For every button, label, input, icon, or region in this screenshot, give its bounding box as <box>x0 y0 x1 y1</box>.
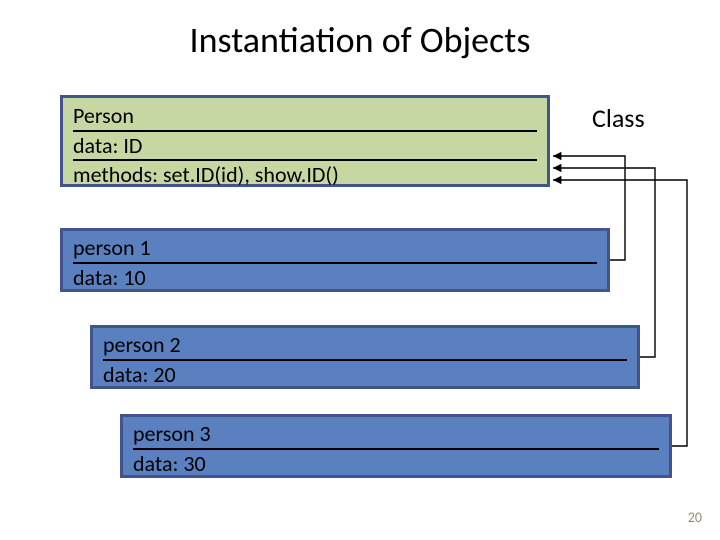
class-box: Person data: ID methods: set.ID(id), sho… <box>60 95 550 187</box>
class-name: Person <box>73 102 537 132</box>
instance-2-data: data: 20 <box>103 361 176 388</box>
slide-title: Instantiation of Objects <box>0 18 720 62</box>
instance-3-data: data: 30 <box>133 450 206 477</box>
instance-1-data: data: 10 <box>73 264 146 291</box>
instance-1-name: person 1 <box>73 234 597 264</box>
page-number: 20 <box>688 509 702 526</box>
class-data: data: ID <box>73 132 537 162</box>
class-label: Class <box>592 102 645 134</box>
class-methods: methods: set.ID(id), show.ID() <box>73 161 339 188</box>
instance-2-name: person 2 <box>103 331 627 361</box>
instance-box-3: person 3 data: 30 <box>120 414 672 478</box>
instance-box-1: person 1 data: 10 <box>60 228 610 292</box>
instance-3-name: person 3 <box>133 420 659 450</box>
instance-box-2: person 2 data: 20 <box>90 325 640 389</box>
